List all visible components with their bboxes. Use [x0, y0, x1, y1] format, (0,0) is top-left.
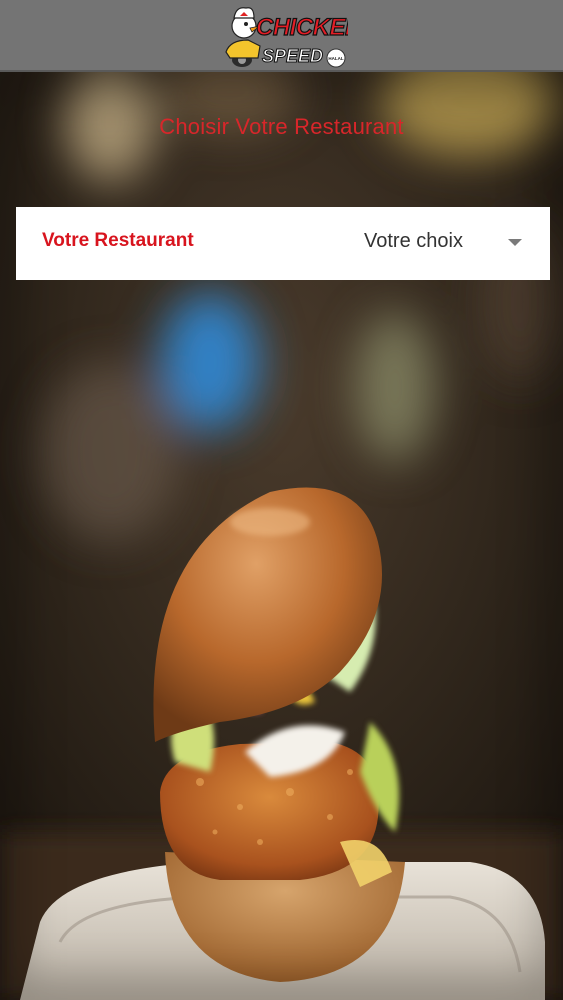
- restaurant-picker: Votre Restaurant Votre choix: [16, 207, 550, 280]
- app-header: CHICKEN SPEED HALAL: [0, 0, 563, 72]
- restaurant-select-value: Votre choix: [364, 230, 463, 252]
- page-title: Choisir Votre Restaurant: [159, 114, 404, 139]
- chicken-speed-logo[interactable]: CHICKEN SPEED HALAL: [220, 2, 348, 70]
- chevron-down-icon: [508, 239, 522, 246]
- restaurant-select[interactable]: Votre choix: [336, 207, 550, 280]
- halal-badge: HALAL: [328, 56, 343, 61]
- chef-scooter-mascot-icon: [225, 7, 261, 67]
- logo-line2: SPEED: [262, 46, 323, 66]
- logo-line1: CHICKEN: [256, 14, 348, 41]
- restaurant-picker-label: Votre Restaurant: [42, 230, 194, 251]
- app-screen: CHICKEN SPEED HALAL Choisir Votre Restau…: [0, 0, 563, 1000]
